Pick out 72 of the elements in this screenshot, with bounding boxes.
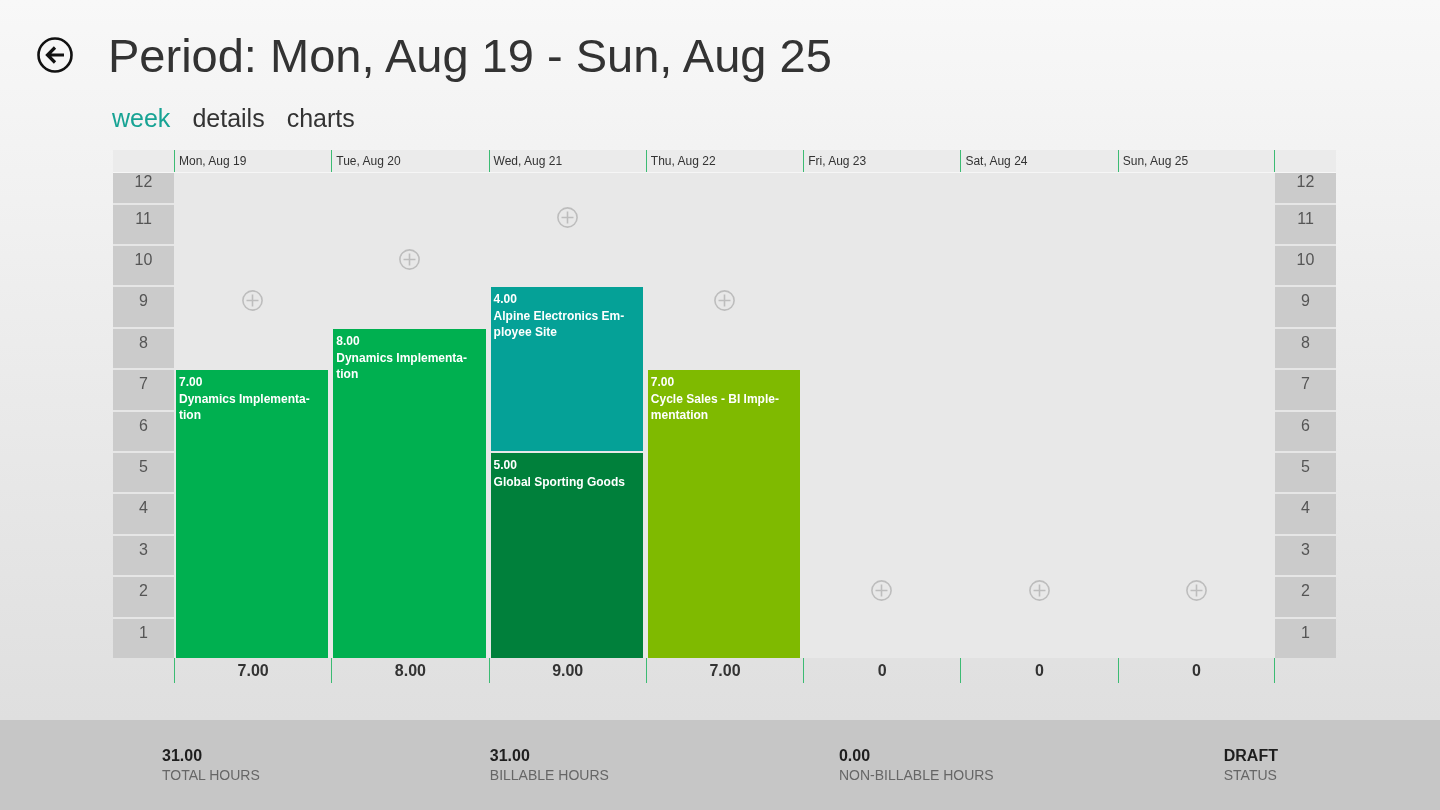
- time-entry-block[interactable]: 8.00 Dynamics Implementa-tion: [333, 328, 486, 658]
- plus-circle-icon[interactable]: [714, 290, 735, 312]
- hour-label: 1: [1275, 616, 1336, 658]
- hour-label: 8: [1275, 326, 1336, 369]
- summary-label: BILLABLE HOURS: [489, 766, 609, 784]
- hour-label: 9: [113, 285, 174, 327]
- day-total: 7.00: [645, 658, 804, 683]
- summary-label: TOTAL HOURS: [162, 766, 260, 784]
- plus-circle-icon[interactable]: [1185, 580, 1207, 601]
- entry-hours: 5.00: [493, 457, 517, 474]
- hour-label: 2: [1275, 575, 1336, 617]
- plus-circle-icon[interactable]: [871, 580, 893, 601]
- entry-hours: 7.00: [650, 374, 675, 392]
- entry-project: Global Sporting Goods: [493, 474, 625, 490]
- entry-hours: 4.00: [493, 291, 517, 309]
- hour-label: 6: [1275, 409, 1336, 452]
- day-total: 0: [1117, 658, 1275, 683]
- tab[interactable]: charts: [286, 104, 355, 132]
- hour-label: 5: [113, 451, 174, 493]
- hour-label: 4: [113, 492, 174, 534]
- summary-value: 31.00: [489, 746, 531, 766]
- time-entry-block[interactable]: 4.00 Alpine Electronics Em-ployee Site: [490, 287, 643, 451]
- column-header: Fri, Aug 23: [803, 150, 961, 172]
- entry-project: Dynamics Implementa-tion: [179, 391, 311, 424]
- day-total: 8.00: [331, 658, 489, 683]
- hour-label: 10: [113, 244, 174, 286]
- column-header: Mon, Aug 19: [174, 150, 332, 172]
- hour-label: 10: [1275, 244, 1336, 286]
- back-button[interactable]: [37, 37, 73, 73]
- plus-circle-icon[interactable]: [1028, 580, 1050, 601]
- summary-label: STATUS: [1223, 766, 1278, 784]
- tab[interactable]: details: [192, 104, 265, 132]
- column-header: Sat, Aug 24: [960, 150, 1118, 172]
- time-entry-block[interactable]: 5.00 Global Sporting Goods: [490, 453, 643, 658]
- hour-label: 7: [1275, 368, 1336, 410]
- entry-hours: 8.00: [336, 332, 360, 350]
- day-total: 9.00: [488, 658, 646, 683]
- summary-value: 0.00: [838, 746, 872, 766]
- hour-label: 12: [113, 173, 174, 203]
- hour-label: 8: [113, 326, 174, 369]
- hour-label: 9: [1275, 285, 1336, 327]
- entry-project: Dynamics Implementa-tion: [336, 349, 468, 382]
- day-total: 7.00: [174, 658, 332, 683]
- hour-label: 7: [113, 368, 174, 410]
- column-header: Sun, Aug 25: [1117, 150, 1275, 172]
- hour-label: 3: [113, 533, 174, 576]
- day-total: 0: [960, 658, 1118, 683]
- hour-label: 2: [113, 575, 174, 617]
- plus-circle-icon[interactable]: [242, 290, 264, 312]
- column-header: Tue, Aug 20: [331, 150, 489, 172]
- entry-project: Cycle Sales - BI Imple-mentation: [650, 391, 780, 424]
- hour-label: 5: [1275, 451, 1336, 493]
- plus-circle-icon[interactable]: [556, 207, 578, 229]
- hour-label: 4: [1275, 492, 1336, 534]
- tab[interactable]: week: [112, 104, 171, 132]
- hour-label: 12: [1275, 173, 1336, 203]
- day-total: 0: [803, 658, 961, 683]
- hour-label: 11: [1275, 202, 1336, 245]
- hour-label: 11: [113, 202, 174, 245]
- hour-label: 1: [113, 616, 174, 658]
- plus-circle-icon[interactable]: [399, 248, 421, 270]
- hour-label: 6: [113, 409, 174, 452]
- summary-label: NON-BILLABLE HOURS: [838, 766, 994, 784]
- column-header: Wed, Aug 21: [488, 150, 646, 172]
- time-entry-block[interactable]: 7.00 Cycle Sales - BI Imple-mentation: [647, 370, 801, 658]
- entry-project: Alpine Electronics Em-ployee Site: [493, 308, 626, 341]
- time-entry-block[interactable]: 7.00 Dynamics Implementa-tion: [176, 370, 329, 658]
- entry-hours: 7.00: [179, 374, 203, 392]
- hour-label: 3: [1275, 533, 1336, 576]
- summary-value: 31.00: [162, 746, 204, 766]
- column-header: Thu, Aug 22: [645, 150, 804, 172]
- summary-value: DRAFT: [1223, 746, 1278, 766]
